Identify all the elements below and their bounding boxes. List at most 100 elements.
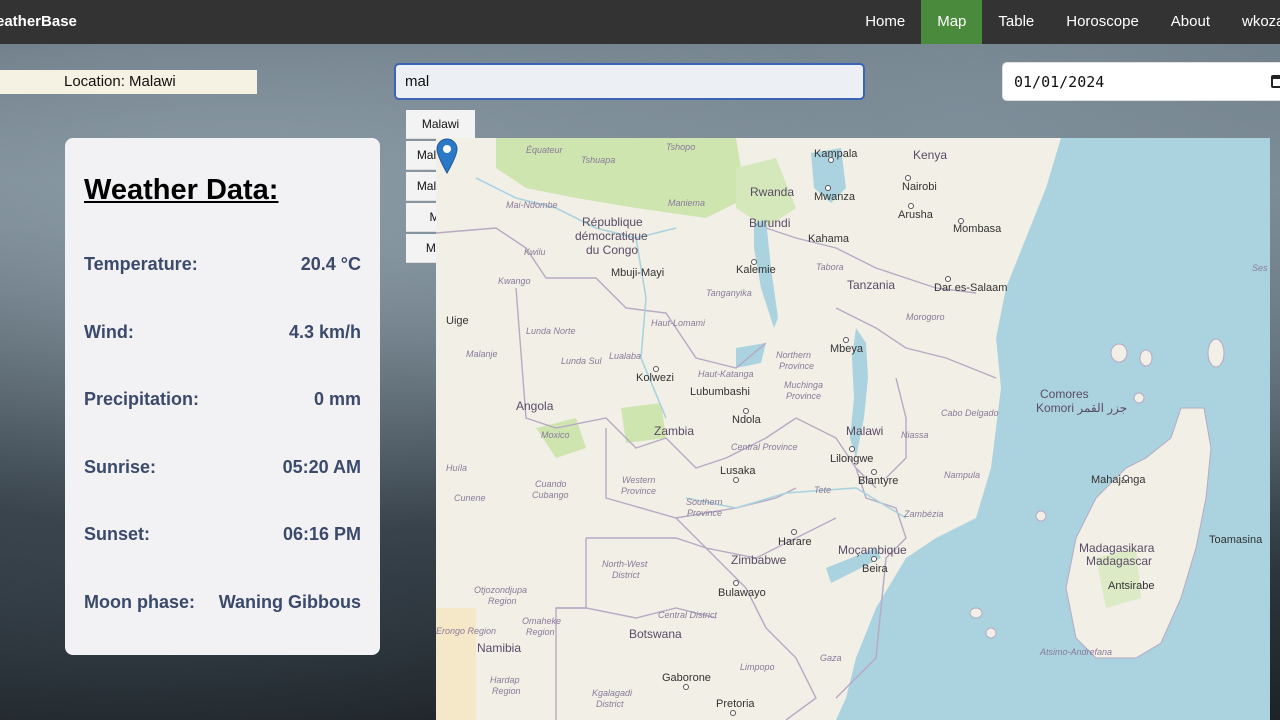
svg-text:Madagascar: Madagascar — [1086, 554, 1152, 568]
svg-text:North-West: North-West — [602, 559, 648, 569]
navbar: eatherBase Home Map Table Horoscope Abou… — [0, 0, 1280, 44]
svg-text:Province: Province — [779, 361, 814, 371]
map-country-angola: Angola — [516, 399, 554, 413]
map-city-kolwezi: Kolwezi — [636, 372, 674, 384]
nav-user[interactable]: wkoza — [1226, 0, 1280, 44]
nav-horoscope[interactable]: Horoscope — [1050, 0, 1155, 44]
svg-text:Malanje: Malanje — [466, 349, 498, 359]
svg-text:Region: Region — [492, 686, 521, 696]
map-city-nairobi: Nairobi — [902, 181, 937, 193]
svg-text:Limpopo: Limpopo — [740, 662, 775, 672]
svg-text:Central Province: Central Province — [731, 442, 798, 452]
svg-text:Morogoro: Morogoro — [906, 312, 945, 322]
svg-text:Tete: Tete — [814, 485, 831, 495]
map-tiles[interactable]: Kampala Nairobi Mwanza Arusha Mombasa Ka… — [436, 138, 1270, 720]
moon-phase-row: Moon phase: Waning Gibbous — [84, 592, 361, 613]
svg-text:District: District — [596, 699, 624, 709]
svg-text:Cabo Delgado: Cabo Delgado — [941, 408, 999, 418]
map-city-lubumbashi: Lubumbashi — [690, 386, 750, 398]
map-city-mwanza: Mwanza — [814, 191, 856, 203]
wind-row: Wind: 4.3 km/h — [84, 322, 361, 343]
suggestion-malawi[interactable]: Malawi — [406, 110, 475, 139]
map-country-madagascar: Madagasikara — [1079, 541, 1155, 555]
location-pin-icon[interactable] — [436, 138, 458, 174]
svg-text:Komori جزر القمر: Komori جزر القمر — [1036, 401, 1127, 415]
date-input[interactable]: 01/01/2024 — [1002, 62, 1280, 101]
svg-text:Lunda Norte: Lunda Norte — [526, 326, 576, 336]
temperature-label: Temperature: — [84, 254, 198, 274]
svg-text:Kwango: Kwango — [498, 276, 531, 286]
svg-text:Niassa: Niassa — [901, 430, 929, 440]
map-city-lilongwe: Lilongwe — [830, 453, 873, 465]
svg-text:Province: Province — [621, 486, 656, 496]
map-city-beira: Beira — [862, 563, 889, 575]
nav-about[interactable]: About — [1155, 0, 1226, 44]
svg-text:Lualaba: Lualaba — [609, 351, 641, 361]
svg-text:Muchinga: Muchinga — [784, 380, 823, 390]
nav-table[interactable]: Table — [982, 0, 1050, 44]
map-city-mahajanga: Mahajanga — [1091, 474, 1146, 486]
map-city-gaborone: Gaborone — [662, 672, 711, 684]
svg-text:Zambézia: Zambézia — [903, 509, 944, 519]
svg-text:Cubango: Cubango — [532, 490, 569, 500]
temperature-value: 20.4 °C — [300, 254, 361, 274]
nav-map[interactable]: Map — [921, 0, 983, 44]
map-city-harare: Harare — [778, 536, 812, 548]
svg-text:Tshuapa: Tshuapa — [581, 155, 615, 165]
moon-phase-value: Waning Gibbous — [218, 592, 361, 612]
svg-text:Moxico: Moxico — [541, 430, 570, 440]
map-country-malawi: Malawi — [846, 424, 883, 438]
svg-text:Gaza: Gaza — [820, 653, 842, 663]
date-value: 01/01/2024 — [1014, 73, 1105, 91]
weather-card: Weather Data: Temperature: 20.4 °C Wind:… — [65, 138, 380, 655]
map-country-zimbabwe: Zimbabwe — [731, 553, 787, 567]
svg-text:Haut-Katanga: Haut-Katanga — [698, 369, 754, 379]
nav-links: Home Map Table Horoscope About wkoza — [849, 0, 1280, 44]
wind-value: 4.3 km/h — [288, 322, 361, 342]
map-city-lusaka: Lusaka — [720, 465, 756, 477]
svg-text:Central District: Central District — [658, 610, 718, 620]
map-country-drc: République — [582, 215, 643, 229]
map-city-kahama: Kahama — [808, 233, 850, 245]
svg-text:Tshopo: Tshopo — [666, 142, 695, 152]
svg-text:Haut-Lomami: Haut-Lomami — [651, 318, 706, 328]
map-city-bulawayo: Bulawayo — [718, 587, 766, 599]
map-country-botswana: Botswana — [629, 627, 682, 641]
weather-title: Weather Data: — [84, 174, 279, 206]
map-city-mombasa: Mombasa — [953, 223, 1002, 235]
svg-text:Atsimo-Andrefana: Atsimo-Andrefana — [1039, 647, 1112, 657]
svg-text:Region: Region — [488, 596, 517, 606]
precipitation-value: 0 mm — [313, 389, 361, 409]
country-search-input[interactable] — [394, 63, 865, 100]
map-country-tanzania: Tanzania — [847, 278, 895, 292]
map-city-uige: Uige — [446, 315, 469, 327]
svg-text:District: District — [612, 570, 640, 580]
nav-home[interactable]: Home — [849, 0, 921, 44]
map-city-mbuji-mayi: Mbuji-Mayi — [611, 267, 664, 279]
map-country-zambia: Zambia — [654, 424, 694, 438]
sunrise-row: Sunrise: 05:20 AM — [84, 457, 361, 478]
svg-text:Erongo Region: Erongo Region — [436, 626, 496, 636]
map-city-arusha: Arusha — [898, 209, 934, 221]
map-city-mbeya: Mbeya — [830, 343, 864, 355]
sunset-row: Sunset: 06:16 PM — [84, 524, 361, 545]
svg-text:Équateur: Équateur — [526, 145, 564, 155]
calendar-icon[interactable] — [1271, 75, 1280, 88]
brand-logo[interactable]: eatherBase — [0, 0, 77, 44]
svg-text:Southern: Southern — [686, 497, 723, 507]
svg-text:Mai-Ndombe: Mai-Ndombe — [506, 200, 558, 210]
svg-text:Northern: Northern — [776, 350, 811, 360]
map-country-comores: Comores — [1040, 387, 1089, 401]
svg-text:Tanganyika: Tanganyika — [706, 288, 752, 298]
svg-text:Western: Western — [622, 475, 655, 485]
temperature-row: Temperature: 20.4 °C — [84, 254, 361, 275]
map-country-mozambique: Moçambique — [838, 543, 907, 557]
map-view[interactable]: Kampala Nairobi Mwanza Arusha Mombasa Ka… — [436, 138, 1270, 720]
svg-text:Hardap: Hardap — [490, 675, 520, 685]
location-label: Location: Malawi — [64, 73, 176, 90]
map-country-rwanda: Rwanda — [750, 185, 794, 199]
wind-label: Wind: — [84, 322, 134, 342]
map-country-kenya: Kenya — [913, 148, 947, 162]
svg-text:Nampula: Nampula — [944, 470, 980, 480]
svg-text:Huíla: Huíla — [446, 463, 467, 473]
